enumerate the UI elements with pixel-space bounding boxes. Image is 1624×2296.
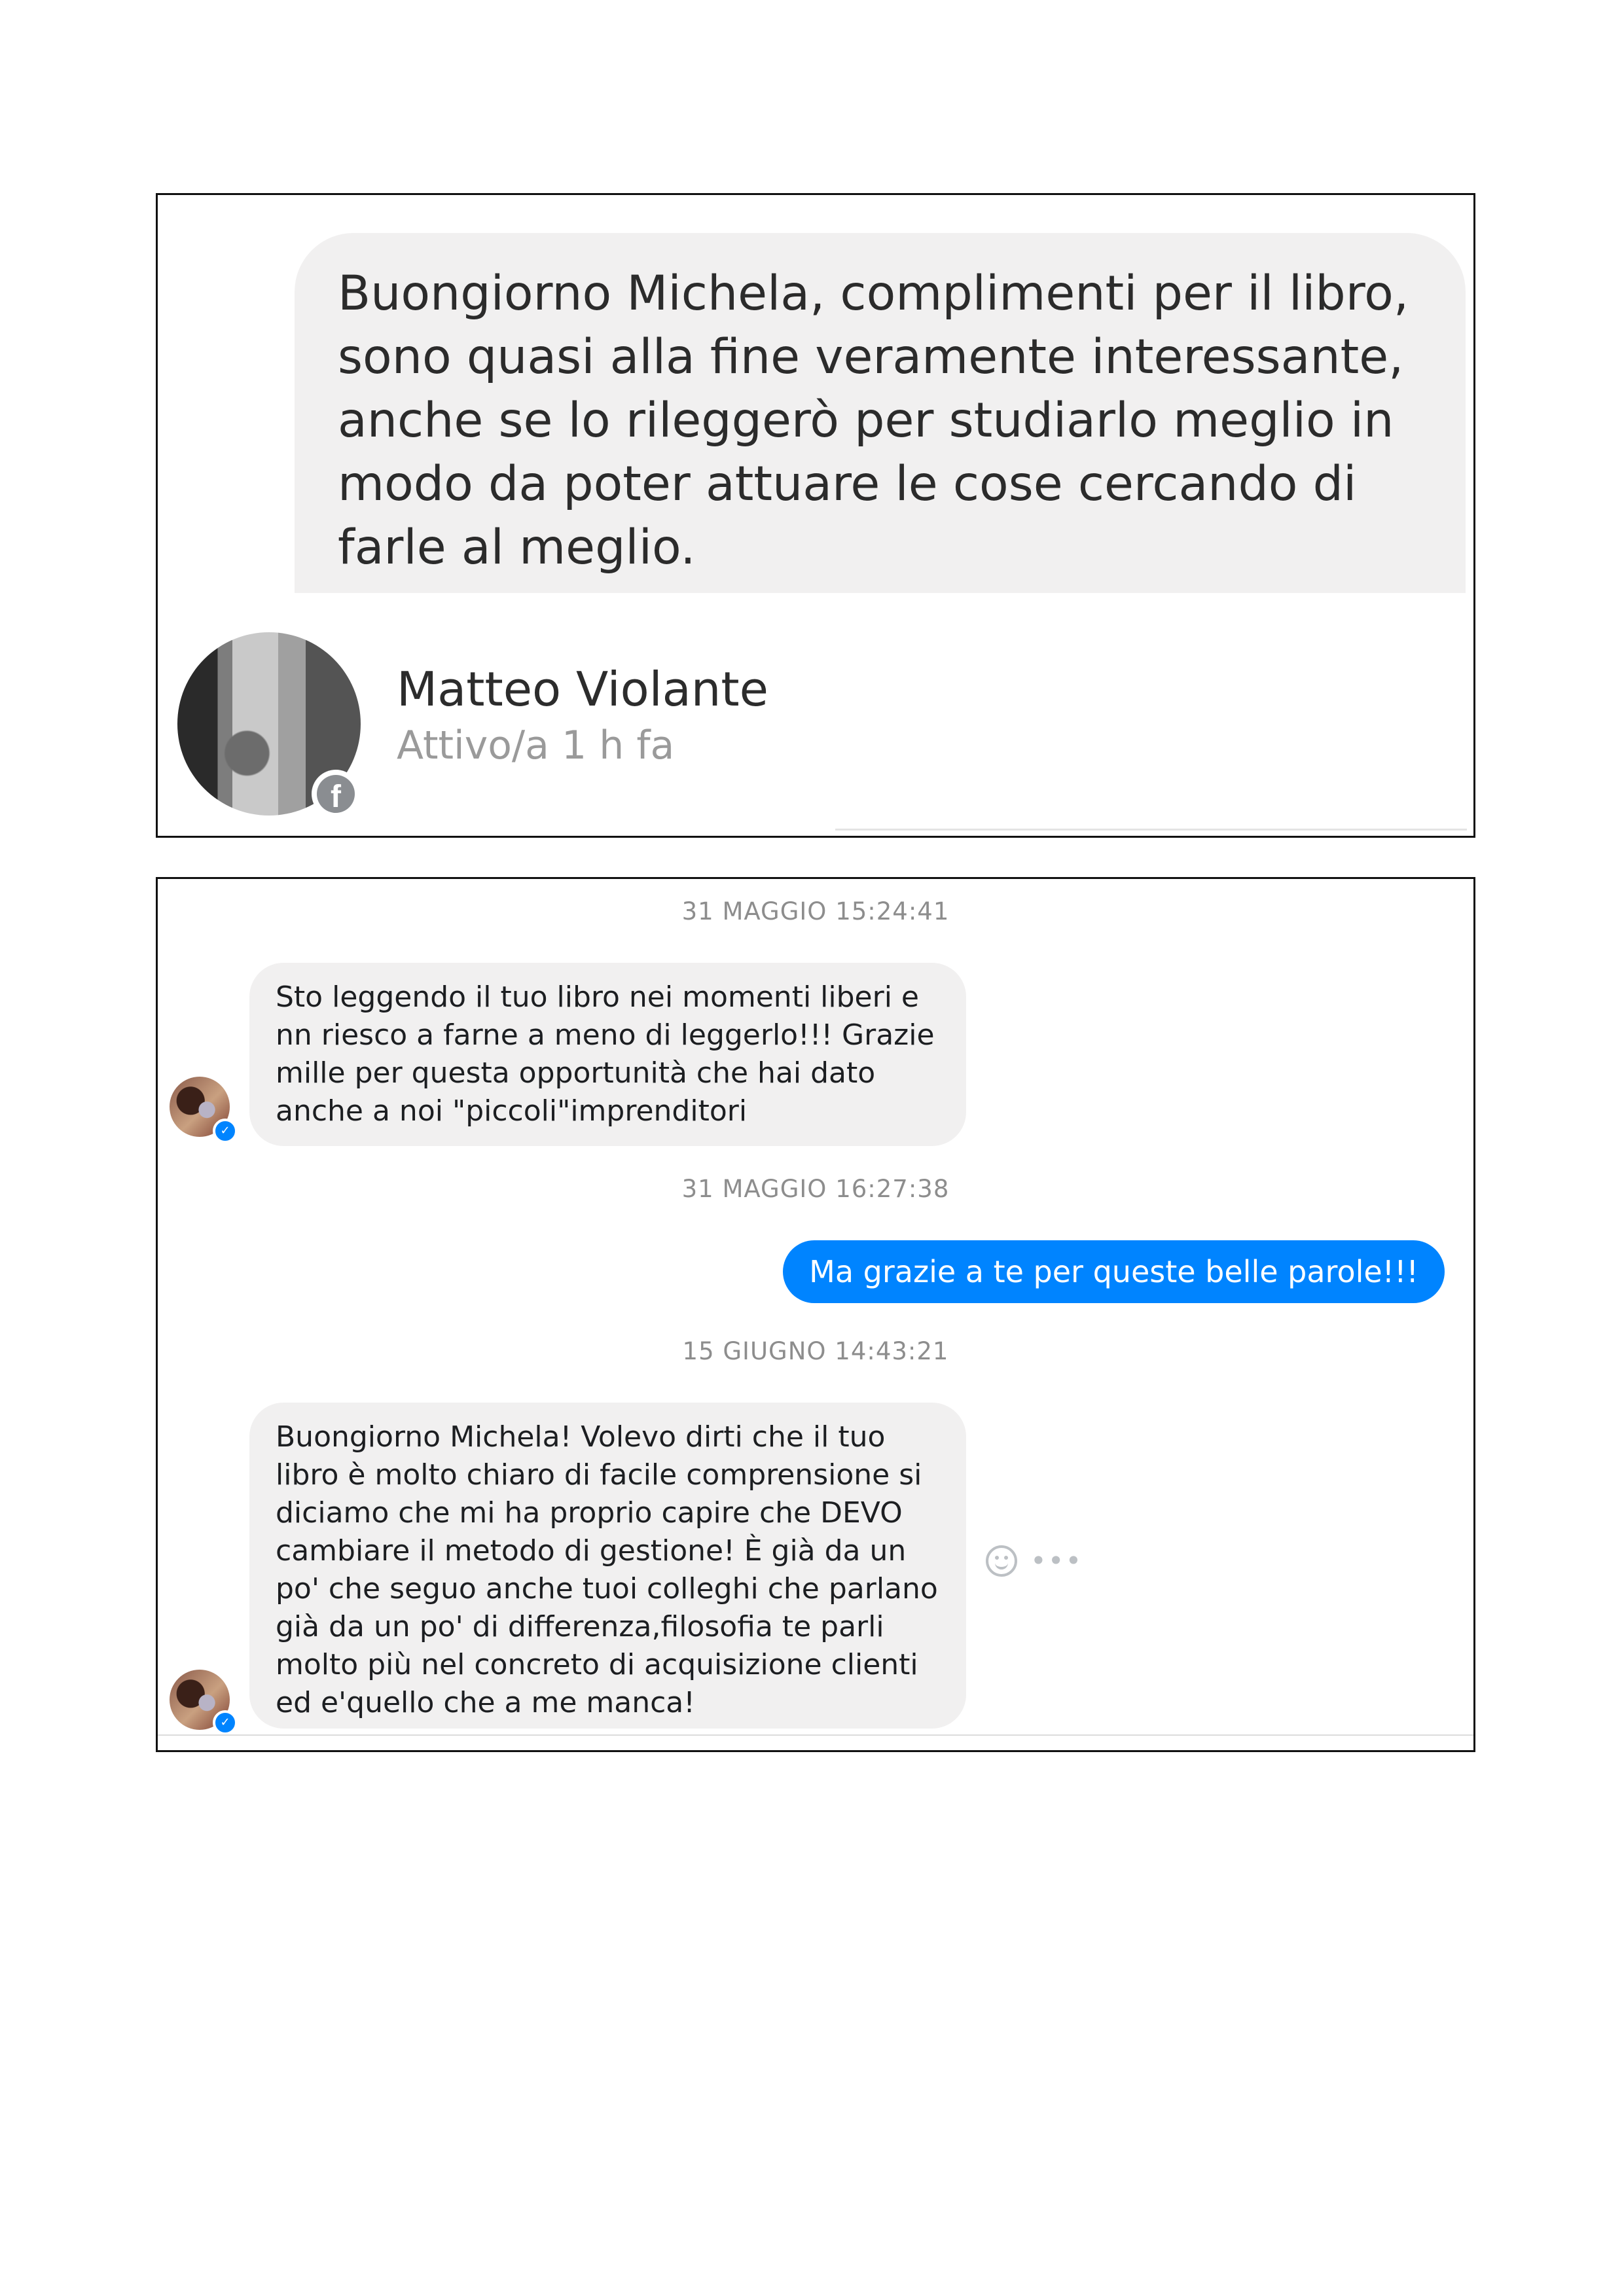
contact-row[interactable]: f Matteo Violante Attivo/a 1 h fa bbox=[158, 593, 1473, 829]
message-text: Ma grazie a te per queste belle parole!!… bbox=[809, 1254, 1418, 1289]
review-panel: Buongiorno Michela, complimenti per il l… bbox=[156, 193, 1475, 838]
divider bbox=[835, 829, 1467, 831]
more-icon[interactable]: ••• bbox=[1030, 1547, 1083, 1575]
timestamp: 31 MAGGIO 15:24:41 bbox=[681, 897, 950, 925]
timestamp: 31 MAGGIO 16:27:38 bbox=[681, 1175, 950, 1203]
divider bbox=[158, 1734, 1473, 1736]
review-message-bubble: Buongiorno Michela, complimenti per il l… bbox=[295, 233, 1466, 593]
message-text: Buongiorno Michela! Volevo dirti che il … bbox=[276, 1420, 938, 1719]
messenger-panel: 31 MAGGIO 15:24:41 Sto leggendo il tuo l… bbox=[156, 877, 1475, 1752]
incoming-message[interactable]: Buongiorno Michela! Volevo dirti che il … bbox=[249, 1403, 966, 1729]
smile-icon[interactable] bbox=[986, 1545, 1017, 1577]
messenger-icon: ✓ bbox=[213, 1119, 238, 1143]
outgoing-message[interactable]: Ma grazie a te per queste belle parole!!… bbox=[783, 1240, 1445, 1303]
message-actions: ••• bbox=[986, 1545, 1083, 1577]
facebook-icon: f bbox=[312, 770, 360, 818]
contact-status: Attivo/a 1 h fa bbox=[397, 723, 675, 768]
contact-name[interactable]: Matteo Violante bbox=[397, 662, 768, 717]
review-message-text: Buongiorno Michela, complimenti per il l… bbox=[338, 266, 1409, 575]
messenger-icon: ✓ bbox=[213, 1710, 238, 1735]
message-text: Sto leggendo il tuo libro nei momenti li… bbox=[276, 980, 935, 1128]
incoming-message[interactable]: Sto leggendo il tuo libro nei momenti li… bbox=[249, 963, 966, 1146]
timestamp: 15 GIUGNO 14:43:21 bbox=[682, 1337, 949, 1365]
